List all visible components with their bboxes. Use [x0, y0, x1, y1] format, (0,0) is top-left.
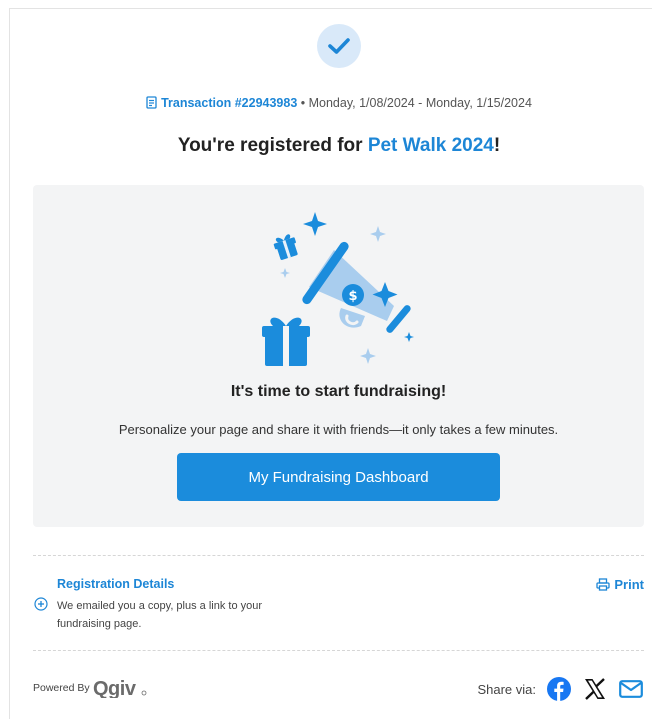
print-icon: [596, 578, 611, 591]
facebook-icon[interactable]: [546, 676, 572, 702]
fundraising-subtext: Personalize your page and share it with …: [118, 422, 559, 437]
registration-details-link[interactable]: Registration Details: [57, 577, 174, 591]
powered-by: Powered By Qgiv: [33, 678, 147, 698]
fundraising-dashboard-button[interactable]: My Fundraising Dashboard: [177, 453, 500, 501]
registration-text-line2: fundraising page.: [57, 618, 142, 630]
email-icon[interactable]: [618, 676, 644, 702]
page-title: You're registered for Pet Walk 2024!: [0, 135, 652, 157]
title-suffix: !: [493, 135, 501, 156]
divider: [33, 555, 644, 556]
event-name: Pet Walk 2024: [367, 135, 494, 156]
receipt-icon: [146, 96, 157, 112]
check-icon: [317, 24, 361, 68]
registration-text: We emailed you a copy, plus a link to yo…: [57, 597, 317, 633]
print-button[interactable]: Print: [596, 577, 644, 592]
transaction-line: Transaction #22943983 • Monday, 1/08/202…: [0, 96, 652, 112]
megaphone-illustration: $: [257, 212, 414, 366]
qgiv-logo[interactable]: Qgiv: [93, 678, 147, 698]
svg-text:Qgiv: Qgiv: [93, 678, 137, 698]
divider: [33, 650, 644, 651]
fundraising-heading: It's time to start fundraising!: [230, 383, 447, 400]
svg-text:$: $: [348, 289, 357, 304]
x-icon[interactable]: [582, 676, 608, 702]
print-label: Print: [614, 577, 644, 592]
transaction-dates: • Monday, 1/08/2024 - Monday, 1/15/2024: [300, 96, 532, 110]
share-label: Share via:: [477, 681, 536, 697]
plus-circle-icon[interactable]: [34, 597, 48, 611]
title-prefix: You're registered for: [177, 135, 368, 156]
powered-by-label: Powered By: [33, 682, 90, 694]
registration-text-line1: We emailed you a copy, plus a link to yo…: [57, 600, 263, 612]
share-bar: Share via:: [477, 676, 644, 702]
transaction-link[interactable]: Transaction #22943983: [161, 96, 297, 110]
